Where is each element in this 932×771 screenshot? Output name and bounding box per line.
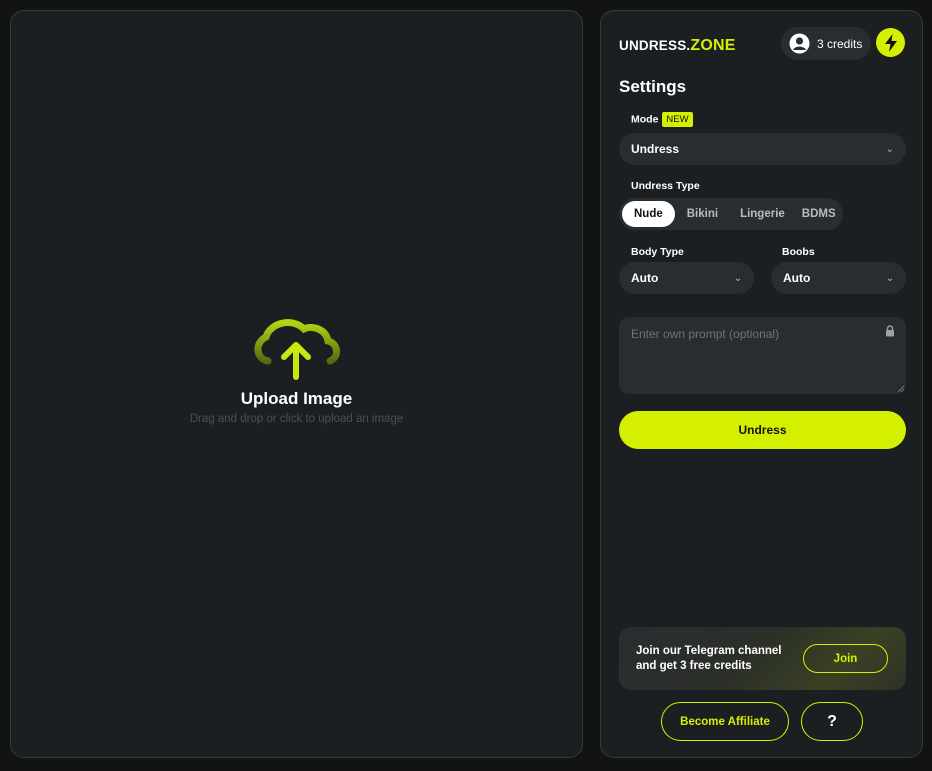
boobs-select[interactable]: Auto ⌄ xyxy=(771,262,906,294)
boobs-label: Boobs xyxy=(782,246,815,258)
credits-button[interactable]: 3 credits xyxy=(781,27,871,60)
chevron-down-icon: ⌄ xyxy=(885,143,894,155)
telegram-join-button[interactable]: Join xyxy=(803,644,888,673)
settings-title: Settings xyxy=(619,77,687,96)
cloud-upload-icon xyxy=(254,319,341,380)
settings-panel: UNDRESS.ZONE 3 credits Settings Mode NEW … xyxy=(600,10,923,758)
site-logo[interactable]: UNDRESS.ZONE xyxy=(619,37,736,55)
user-avatar-icon xyxy=(789,33,810,54)
mode-select[interactable]: Undress ⌄ xyxy=(619,133,906,165)
undress-type-segmented: Nude Bikini Lingerie BDMS xyxy=(619,198,843,230)
new-badge: NEW xyxy=(662,112,693,127)
upload-title: Upload Image xyxy=(240,389,353,408)
telegram-promo-text: Join our Telegram channel and get 3 free… xyxy=(636,644,782,673)
mode-label-text: Mode xyxy=(631,113,659,126)
body-type-value: Auto xyxy=(631,271,659,285)
body-type-select[interactable]: Auto ⌄ xyxy=(619,262,754,294)
telegram-promo-line1: Join our Telegram channel xyxy=(636,645,782,657)
prompt-input[interactable] xyxy=(619,317,906,394)
undress-submit-button[interactable]: Undress xyxy=(619,411,906,449)
help-button[interactable]: ? xyxy=(801,702,863,741)
become-affiliate-button[interactable]: Become Affiliate xyxy=(661,702,789,741)
type-option-nude[interactable]: Nude xyxy=(622,201,675,227)
type-option-bikini[interactable]: Bikini xyxy=(681,201,724,227)
telegram-promo: Join our Telegram channel and get 3 free… xyxy=(619,627,906,690)
chevron-down-icon: ⌄ xyxy=(733,272,742,284)
logo-text-accent: ZONE xyxy=(690,37,736,54)
telegram-promo-line2: and get 3 free credits xyxy=(636,659,752,672)
undress-type-label: Undress Type xyxy=(631,180,700,192)
type-option-bdms[interactable]: BDMS xyxy=(796,201,842,227)
boost-button[interactable] xyxy=(876,28,905,57)
type-option-lingerie[interactable]: Lingerie xyxy=(734,201,791,227)
upload-dropzone[interactable]: Upload Image Drag and drop or click to u… xyxy=(10,10,583,758)
mode-select-value: Undress xyxy=(631,142,680,156)
lock-icon xyxy=(886,325,894,337)
mode-label: Mode NEW xyxy=(631,112,693,127)
boobs-value: Auto xyxy=(783,271,811,285)
lightning-bolt-icon xyxy=(884,33,897,52)
upload-subtitle: Drag and drop or click to upload an imag… xyxy=(189,413,404,425)
resize-handle-icon[interactable] xyxy=(897,385,905,393)
body-type-label: Body Type xyxy=(631,246,684,258)
credits-count: 3 credits xyxy=(817,36,863,51)
chevron-down-icon: ⌄ xyxy=(885,272,894,284)
logo-text-primary: UNDRESS. xyxy=(619,38,691,53)
